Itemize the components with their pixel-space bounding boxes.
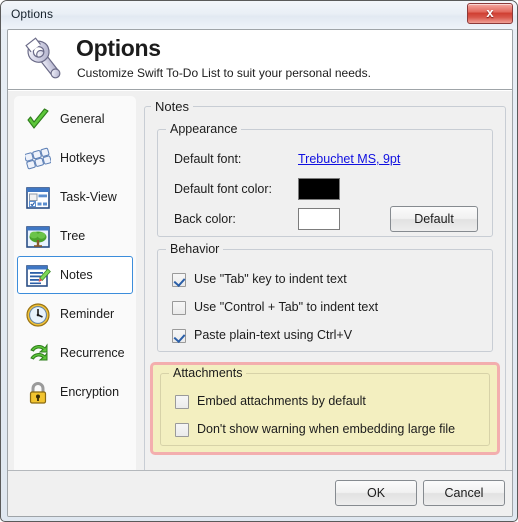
default-font-color-label: Default font color: <box>174 182 272 196</box>
attachments-highlight: Attachments Embed attachments by default… <box>150 362 500 455</box>
sidebar-item-hotkeys[interactable]: Hotkeys <box>17 139 133 177</box>
checkbox-label: Embed attachments by default <box>197 394 366 408</box>
close-icon: x <box>486 5 494 20</box>
page-title: Options <box>76 35 161 61</box>
sidebar-item-general[interactable]: General <box>17 100 133 138</box>
sidebar-item-notes[interactable]: Notes <box>17 256 133 294</box>
checkbox-label: Use "Control + Tab" to indent text <box>194 300 379 314</box>
checkbox-box <box>175 423 189 437</box>
sidebar-item-label: Tree <box>60 229 86 243</box>
clock-icon <box>26 303 50 327</box>
back-color-swatch[interactable] <box>298 208 340 230</box>
sidebar-item-label: Encryption <box>60 385 120 399</box>
sidebar-item-reminder[interactable]: Reminder <box>17 295 133 333</box>
appearance-groupbox-title: Appearance <box>166 122 242 136</box>
tree-icon <box>26 226 50 248</box>
behavior-groupbox: Behavior Use "Tab" key to indent text Us… <box>157 242 493 352</box>
default-font-link[interactable]: Trebuchet MS, 9pt <box>298 152 400 166</box>
checkbox-label: Use "Tab" key to indent text <box>194 272 347 286</box>
sidebar-item-tree[interactable]: Tree <box>17 217 133 255</box>
notes-groupbox: Notes Appearance Default font: Trebuchet… <box>144 99 506 506</box>
dialog-footer: OK Cancel <box>8 470 512 516</box>
checkbox-box <box>175 395 189 409</box>
sidebar-item-label: Task-View <box>60 190 117 204</box>
ok-button[interactable]: OK <box>335 480 417 506</box>
sidebar-item-task-view[interactable]: Task-View <box>17 178 133 216</box>
sidebar-item-label: Reminder <box>60 307 115 321</box>
title-bar: Options x <box>1 1 517 29</box>
attachments-groupbox: Attachments Embed attachments by default… <box>160 366 490 446</box>
checkbox-label: Don't show warning when embedding large … <box>197 422 456 436</box>
sidebar-item-encryption[interactable]: Encryption <box>17 373 133 411</box>
header-banner: Options Customize Swift To-Do List to su… <box>8 30 512 90</box>
settings-category-sidebar: General Hotkeys Task-View Tree Notes Rem… <box>14 96 136 477</box>
checkbox-box <box>172 329 186 343</box>
checkbox-box <box>172 301 186 315</box>
page-subtitle: Customize Swift To-Do List to suit your … <box>77 66 371 80</box>
window-title: Options <box>11 7 54 21</box>
sidebar-item-label: Recurrence <box>60 346 125 360</box>
cancel-button[interactable]: Cancel <box>423 480 505 506</box>
default-button[interactable]: Default <box>390 206 478 232</box>
green-check-icon <box>27 108 49 129</box>
notes-groupbox-title: Notes <box>151 99 193 114</box>
task-view-icon <box>26 187 50 209</box>
dialog-client-area: Options Customize Swift To-Do List to su… <box>7 29 513 517</box>
settings-content-panel: Notes Appearance Default font: Trebuchet… <box>144 96 506 506</box>
sidebar-item-label: Hotkeys <box>60 151 106 165</box>
back-color-label: Back color: <box>174 212 236 226</box>
appearance-groupbox: Appearance Default font: Trebuchet MS, 9… <box>157 122 493 237</box>
close-button[interactable]: x <box>467 3 513 24</box>
notes-pencil-icon <box>26 265 51 287</box>
padlock-icon <box>29 382 47 404</box>
default-font-label: Default font: <box>174 152 242 166</box>
checkbox-label: Paste plain-text using Ctrl+V <box>194 328 353 342</box>
options-dialog-window: Options x Options Customize Swift To-Do … <box>0 0 518 522</box>
wrench-icon <box>25 37 61 79</box>
sidebar-item-label: General <box>60 112 105 126</box>
behavior-groupbox-title: Behavior <box>166 242 224 256</box>
dialog-body: General Hotkeys Task-View Tree Notes Rem… <box>8 91 512 516</box>
attachments-groupbox-title: Attachments <box>169 366 247 380</box>
sidebar-item-recurrence[interactable]: Recurrence <box>17 334 133 372</box>
recycle-arrows-icon <box>30 343 48 361</box>
checkbox-box <box>172 273 186 287</box>
sidebar-item-label: Notes <box>60 268 93 282</box>
keyboard-keys-icon <box>25 147 51 170</box>
default-font-color-swatch[interactable] <box>298 178 340 200</box>
